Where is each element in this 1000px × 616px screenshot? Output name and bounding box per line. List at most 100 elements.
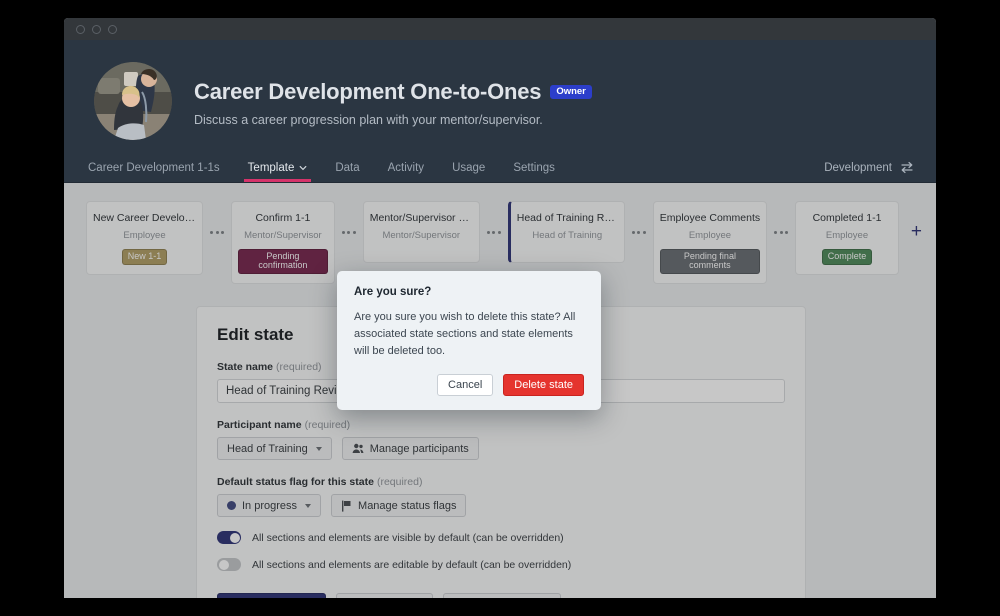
status-flag-label: Default status flag for this state (requi… xyxy=(217,476,785,488)
label-text: Participant name xyxy=(217,419,302,432)
toggle-knob xyxy=(229,532,240,543)
chevron-down-icon xyxy=(299,165,307,171)
required-marker: (required) xyxy=(276,361,322,374)
state-card-mentor-supervisor-comments[interactable]: Mentor/Supervisor C... Mentor/Supervisor xyxy=(362,201,480,263)
modal-title: Are you sure? xyxy=(354,286,432,298)
chevron-down-icon xyxy=(315,446,322,451)
environment-label: Development xyxy=(824,161,892,174)
tab-settings[interactable]: Settings xyxy=(509,162,559,182)
tab-label: Template xyxy=(247,162,295,174)
editable-by-default-toggle[interactable] xyxy=(217,558,241,572)
page-title: Career Development One-to-Ones xyxy=(194,79,542,104)
delete-state-button[interactable]: Delete state xyxy=(335,593,434,598)
state-card-name: Completed 1-1 xyxy=(812,212,882,224)
state-card-name: Employee Comments xyxy=(659,212,761,224)
save-changes-button[interactable]: Save changes xyxy=(217,593,326,598)
status-badge: Pending final comments xyxy=(659,249,761,275)
owner-badge: Owner xyxy=(550,84,592,100)
people-icon xyxy=(352,443,364,454)
state-connector-menu[interactable] xyxy=(767,201,795,263)
editable-by-default-row: All sections and elements are editable b… xyxy=(217,558,785,572)
environment-switcher[interactable]: Development xyxy=(824,161,914,174)
state-card-name: Mentor/Supervisor C... xyxy=(369,212,473,224)
required-marker: (required) xyxy=(304,419,351,432)
close-window-icon[interactable] xyxy=(76,24,85,34)
states-row: New Career Developm... Employee New 1-1 … xyxy=(64,183,936,285)
modal-message: Are you sure you wish to delete this sta… xyxy=(354,311,576,358)
state-card-role: Employee xyxy=(825,230,869,242)
state-connector-menu[interactable] xyxy=(203,201,231,263)
toggle-knob xyxy=(218,559,229,570)
tab-career-development-1-1s[interactable]: Career Development 1-1s xyxy=(84,162,224,182)
state-card-confirm-1-1[interactable]: Confirm 1-1 Mentor/Supervisor Pending co… xyxy=(231,201,335,285)
status-flag-selected-value: In progress xyxy=(242,499,298,512)
state-connector-menu[interactable] xyxy=(625,201,653,263)
swap-environment-icon xyxy=(901,161,913,174)
status-badge: Pending confirmation xyxy=(238,249,328,275)
label-text: Default status flag for this state xyxy=(217,476,374,489)
user-photo-avatar xyxy=(94,62,172,140)
app-header: Career Development One-to-Ones Owner Dis… xyxy=(64,40,936,183)
manage-status-flags-label: Manage status flags xyxy=(358,499,457,512)
tab-label: Career Development 1-1s xyxy=(88,162,220,174)
modal-actions: Cancel Delete state xyxy=(354,374,584,397)
editable-by-default-label: All sections and elements are editable b… xyxy=(252,558,572,571)
manage-status-flags-button[interactable]: Manage status flags xyxy=(331,494,467,518)
required-marker: (required) xyxy=(376,476,423,489)
tab-usage[interactable]: Usage xyxy=(448,162,489,182)
participant-select[interactable]: Head of Training xyxy=(217,437,332,461)
tab-label: Data xyxy=(335,162,360,174)
state-card-completed-1-1[interactable]: Completed 1-1 Employee Complete xyxy=(795,201,899,276)
status-flag-select[interactable]: In progress xyxy=(217,494,322,518)
screen: Career Development One-to-Ones Owner Dis… xyxy=(0,0,1000,616)
state-card-head-of-training-review[interactable]: Head of Training Re... Head of Training xyxy=(507,201,625,263)
state-card-role: Mentor/Supervisor xyxy=(382,230,461,242)
visible-by-default-toggle[interactable] xyxy=(217,531,241,545)
panel-actions: Save changes Delete state Cancel changes xyxy=(217,593,785,598)
nav-tabs: Career Development 1-1s Template Data Ac… xyxy=(64,140,936,182)
tab-label: Settings xyxy=(513,162,555,174)
state-card-role: Head of Training xyxy=(532,230,603,242)
title-row: Career Development One-to-Ones Owner xyxy=(194,79,592,105)
state-card-name: New Career Developm... xyxy=(93,212,196,224)
flag-icon xyxy=(342,500,351,512)
modal-delete-state-button[interactable]: Delete state xyxy=(503,374,584,397)
state-card-role: Employee xyxy=(123,230,166,242)
tab-label: Activity xyxy=(387,162,425,174)
add-state-button[interactable]: + xyxy=(911,201,922,263)
status-color-dot xyxy=(227,501,236,511)
header-top: Career Development One-to-Ones Owner Dis… xyxy=(64,40,936,140)
label-text: State name xyxy=(217,361,274,374)
modal-cancel-button[interactable]: Cancel xyxy=(437,374,494,397)
state-card-employee-comments[interactable]: Employee Comments Employee Pending final… xyxy=(652,201,768,285)
header-text: Career Development One-to-Ones Owner Dis… xyxy=(194,75,592,127)
visible-by-default-row: All sections and elements are visible by… xyxy=(217,531,785,545)
tab-data[interactable]: Data xyxy=(331,162,363,182)
participant-selected-value: Head of Training xyxy=(227,442,308,455)
page-subtitle: Discuss a career progression plan with y… xyxy=(194,113,543,127)
state-card-name: Head of Training Re... xyxy=(516,212,618,224)
cancel-changes-button[interactable]: Cancel changes xyxy=(443,593,562,598)
state-card-name: Confirm 1-1 xyxy=(255,212,311,224)
window-titlebar xyxy=(64,18,936,40)
avatar xyxy=(94,62,172,140)
visible-by-default-label: All sections and elements are visible by… xyxy=(252,531,564,544)
status-badge: New 1-1 xyxy=(121,249,168,266)
manage-participants-button[interactable]: Manage participants xyxy=(341,437,479,461)
delete-confirmation-modal: Are you sure? Are you sure you wish to d… xyxy=(337,271,601,411)
state-connector-menu[interactable] xyxy=(335,201,363,263)
tab-activity[interactable]: Activity xyxy=(384,162,428,182)
status-badge: Complete xyxy=(821,249,873,266)
state-card-role: Mentor/Supervisor xyxy=(244,230,322,242)
tab-label: Usage xyxy=(452,162,486,174)
participant-name-label: Participant name (required) xyxy=(217,419,785,431)
state-connector-menu[interactable] xyxy=(480,201,508,263)
participant-row: Head of Training Manage participants xyxy=(217,437,785,461)
maximize-window-icon[interactable] xyxy=(108,24,117,34)
status-flag-row: In progress Manage status flags xyxy=(217,494,785,518)
tab-template[interactable]: Template xyxy=(243,162,312,182)
state-card-new-career-development[interactable]: New Career Developm... Employee New 1-1 xyxy=(86,201,203,276)
minimize-window-icon[interactable] xyxy=(92,24,101,34)
state-card-role: Employee xyxy=(688,230,732,242)
manage-participants-label: Manage participants xyxy=(369,442,469,455)
